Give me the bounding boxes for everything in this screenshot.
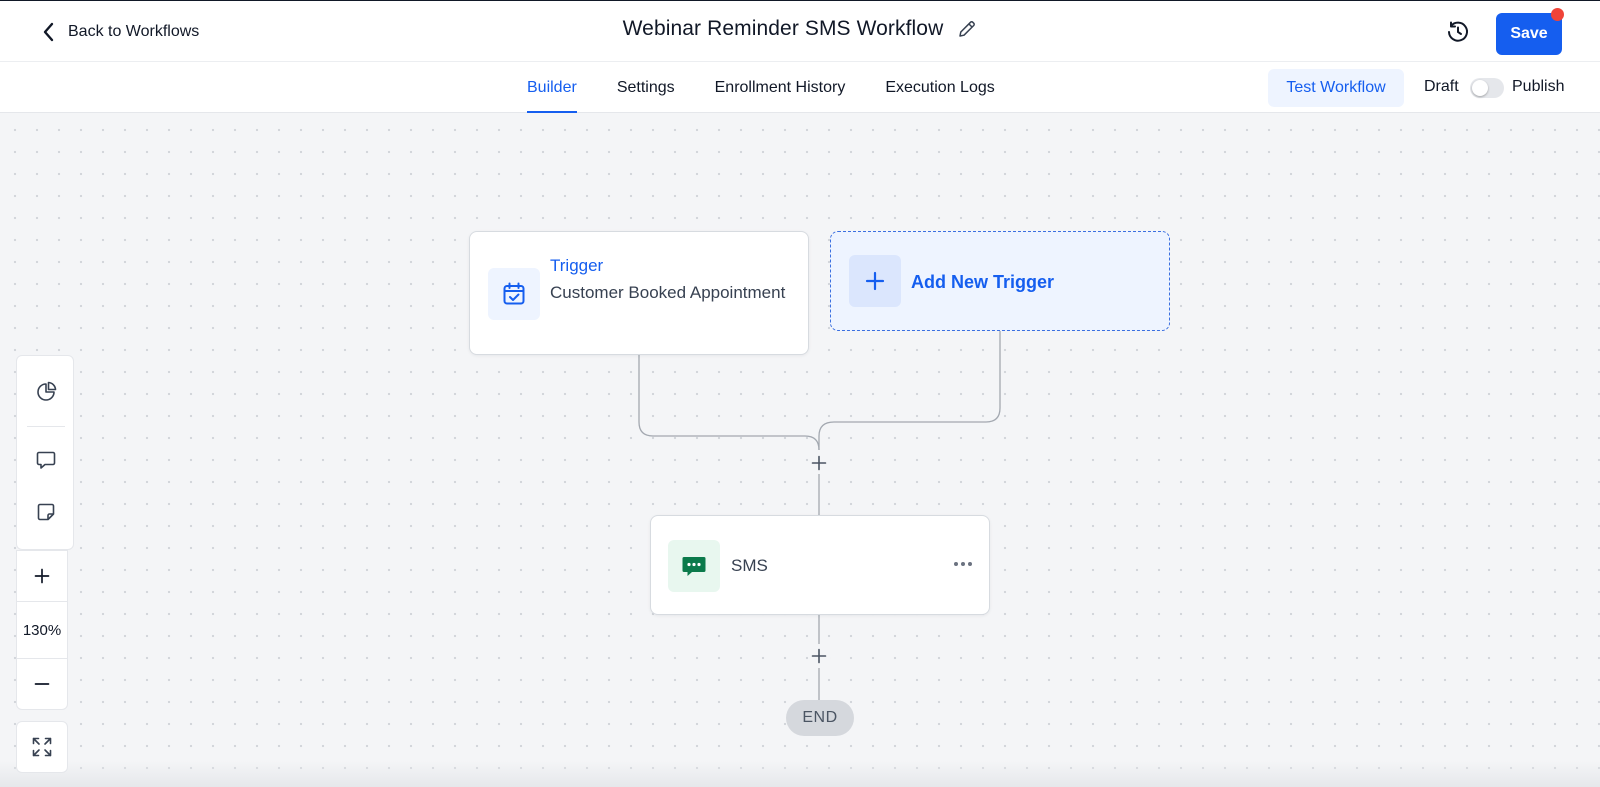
canvas-bottom-shadow [0,761,1600,787]
draft-label: Draft [1424,78,1459,95]
zoom-out-button[interactable] [17,659,67,709]
analytics-button[interactable] [30,376,62,408]
minus-icon [34,683,50,685]
save-button[interactable]: Save [1496,13,1562,55]
tab-settings[interactable]: Settings [617,62,675,113]
toggle-knob [1472,80,1488,96]
pencil-icon[interactable] [957,19,977,39]
tool-divider [27,426,65,427]
trigger-card[interactable]: Trigger Customer Booked Appointment [469,231,809,355]
end-node: END [786,700,854,736]
tab-builder[interactable]: Builder [527,62,577,113]
zoom-controls: 130% [16,550,68,710]
zoom-level: 130% [17,601,67,659]
add-new-trigger-label: Add New Trigger [911,272,1055,292]
sticky-note-button[interactable] [30,496,62,528]
add-icon-box [849,255,901,307]
plus-icon [865,271,885,291]
publish-toggle[interactable] [1470,78,1504,98]
plus-icon [811,455,827,471]
publish-label: Publish [1512,78,1565,95]
notification-dot [1551,8,1564,21]
add-new-trigger-button[interactable]: Add New Trigger [830,231,1170,331]
tab-bar: Builder Settings Enrollment History Exec… [0,62,1600,113]
zoom-in-button[interactable] [17,551,67,601]
more-horizontal-icon[interactable] [949,552,977,576]
expand-icon [32,737,52,757]
trigger-value: Customer Booked Appointment [550,283,786,302]
tab-list: Builder Settings Enrollment History Exec… [527,62,995,113]
workflow-title: Webinar Reminder SMS Workflow [622,17,944,40]
comment-button[interactable] [30,444,62,476]
sms-label: SMS [731,556,768,575]
title-group: Webinar Reminder SMS Workflow [0,17,1600,41]
add-step-button[interactable] [808,645,830,667]
add-step-button[interactable] [808,452,830,474]
calendar-check-icon [503,282,525,305]
pie-chart-icon [37,381,57,401]
tab-enrollment-history[interactable]: Enrollment History [715,62,846,113]
tab-execution-logs[interactable]: Execution Logs [885,62,994,113]
workflow-canvas[interactable] [0,113,1600,787]
trigger-icon-box [488,268,540,320]
sms-action-card[interactable]: SMS [650,515,990,615]
plus-icon [34,568,50,584]
sticky-note-icon [37,503,55,521]
fit-view-button[interactable] [16,721,68,773]
top-bar: Back to Workflows Webinar Reminder SMS W… [0,0,1600,62]
test-workflow-button[interactable]: Test Workflow [1268,69,1404,107]
comment-icon [36,451,56,469]
history-icon[interactable] [1446,20,1470,44]
message-dots-icon [682,557,706,576]
plus-icon [811,648,827,664]
canvas-tools-panel [16,355,74,550]
sms-icon-box [668,540,720,592]
trigger-label: Trigger [550,256,604,275]
